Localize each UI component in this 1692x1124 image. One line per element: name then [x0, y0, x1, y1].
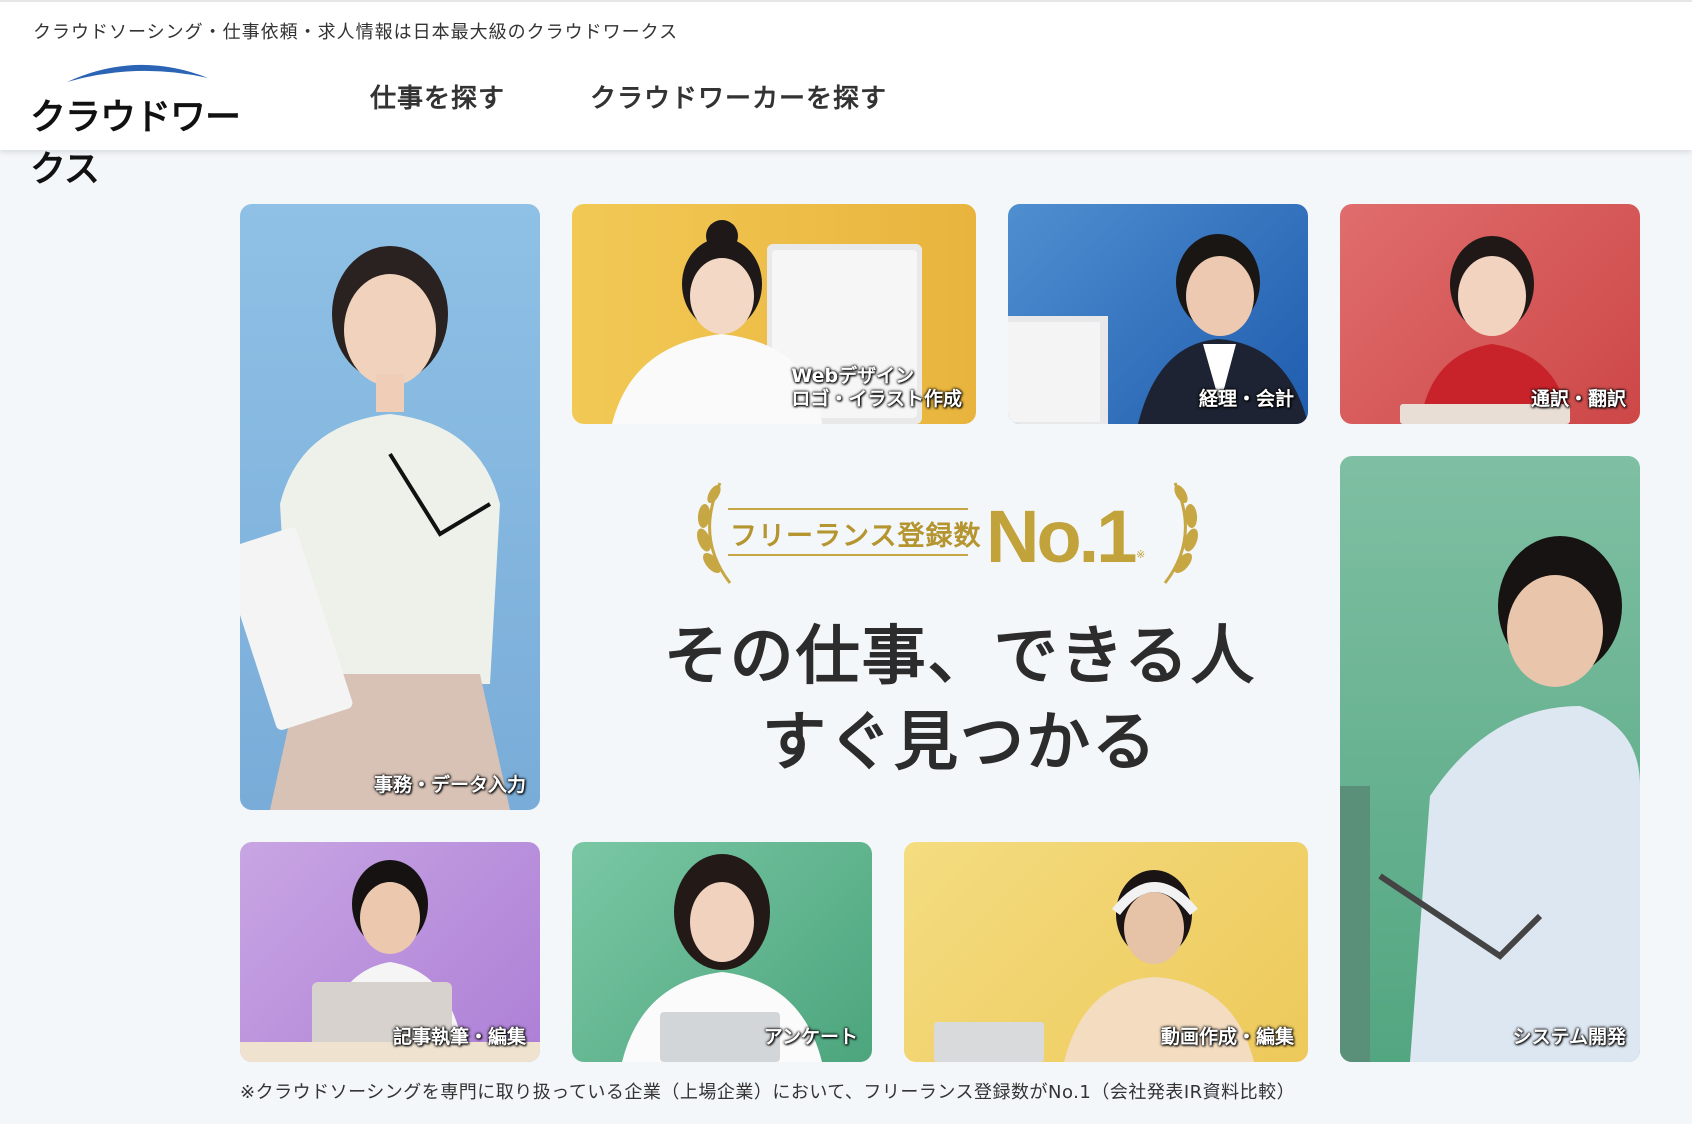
category-label: 事務・データ入力 [373, 774, 526, 797]
site-tagline: クラウドソーシング・仕事依頼・求人情報は日本最大級のクラウドワークス [33, 22, 679, 43]
badge-label: フリーランス登録数 [730, 521, 982, 552]
hero-headline-line1: その仕事、できる人 [663, 620, 1257, 694]
category-label-line2: ロゴ・イラスト作成 [791, 388, 962, 411]
category-label: 経理・会計 [1198, 388, 1294, 411]
category-card-writing[interactable]: 記事執筆・編集 [240, 842, 540, 1062]
developer-photo [1340, 536, 1640, 1062]
footnote: ※クラウドソーシングを専門に取り扱っている企業（上場企業）において、フリーランス… [240, 1082, 1296, 1103]
office-worker-photo [240, 246, 510, 810]
no1-badge: フリーランス登録数 No.1 ※ [690, 478, 1198, 588]
category-label: 記事執筆・編集 [392, 1026, 526, 1049]
badge-line-top [728, 508, 968, 510]
category-label-line1: Webデザイン [791, 364, 915, 387]
badge-line-bottom [728, 554, 968, 556]
category-label: 通訳・翻訳 [1530, 388, 1626, 411]
laurel-right-icon [1163, 482, 1198, 584]
category-card-office[interactable]: 事務・データ入力 [240, 204, 540, 810]
nav-find-workers[interactable]: クラウドワーカーを探す [590, 78, 887, 115]
nav-find-jobs[interactable]: 仕事を探す [370, 78, 505, 115]
hero-headline-line2: すぐ見つかる [762, 706, 1158, 780]
crowdworks-logo[interactable]: クラウドワークス [30, 58, 245, 190]
category-label: Webデザイン ロゴ・イラスト作成 [791, 365, 962, 413]
hero-headline: その仕事、できる人 すぐ見つかる [580, 614, 1340, 786]
logo-text: クラウドワークス [30, 97, 241, 190]
category-card-accounting[interactable]: 経理・会計 [1008, 204, 1308, 424]
logo-arc-icon [67, 64, 208, 82]
category-label: 動画作成・編集 [1160, 1026, 1294, 1049]
category-card-web-design[interactable]: Webデザイン ロゴ・イラスト作成 [572, 204, 976, 424]
category-label: システム開発 [1512, 1026, 1626, 1049]
badge-note-mark: ※ [1136, 548, 1146, 561]
category-card-translation[interactable]: 通訳・翻訳 [1340, 204, 1640, 424]
category-card-system-dev[interactable]: システム開発 [1340, 456, 1640, 1062]
category-card-video[interactable]: 動画作成・編集 [904, 842, 1308, 1062]
category-label: アンケート [763, 1026, 858, 1049]
badge-rank: No.1 [986, 495, 1137, 578]
site-header: クラウドソーシング・仕事依頼・求人情報は日本最大級のクラウドワークス クラウドワ… [0, 0, 1692, 190]
category-card-survey[interactable]: アンケート [572, 842, 872, 1062]
